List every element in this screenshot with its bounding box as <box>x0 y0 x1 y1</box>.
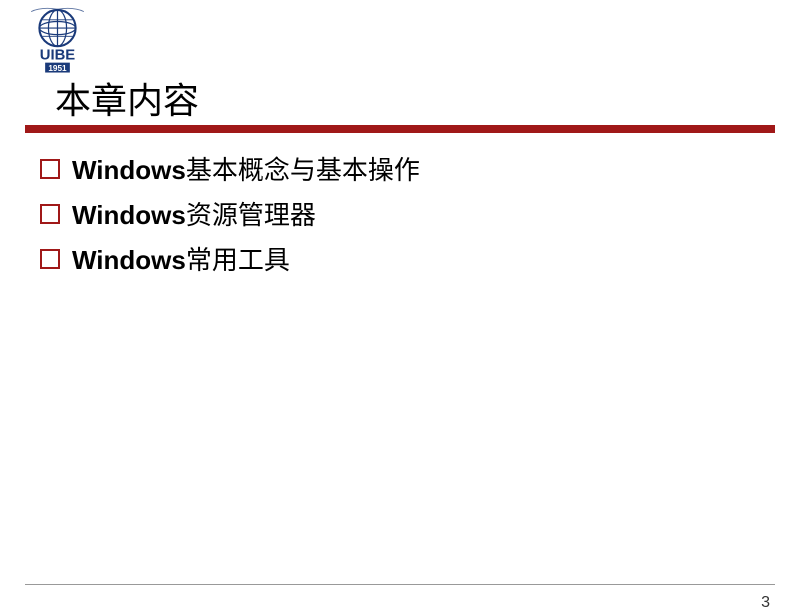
slide-footer: 3 <box>25 584 775 585</box>
item-text: Windows常用工具 <box>72 240 290 277</box>
svg-text:UIBE: UIBE <box>40 47 76 63</box>
title-divider <box>25 125 775 133</box>
content-list: Windows基本概念与基本操作 Windows资源管理器 Windows常用工… <box>40 150 420 285</box>
square-bullet-icon <box>40 204 60 224</box>
item-text: Windows基本概念与基本操作 <box>72 150 420 187</box>
list-item: Windows资源管理器 <box>40 195 420 232</box>
slide-title: 本章内容 <box>55 72 199 124</box>
university-logo: UIBE 1951 <box>15 5 100 75</box>
page-number: 3 <box>761 594 770 612</box>
list-item: Windows基本概念与基本操作 <box>40 150 420 187</box>
square-bullet-icon <box>40 249 60 269</box>
list-item: Windows常用工具 <box>40 240 420 277</box>
footer-divider <box>25 584 775 585</box>
item-text: Windows资源管理器 <box>72 195 316 232</box>
square-bullet-icon <box>40 159 60 179</box>
